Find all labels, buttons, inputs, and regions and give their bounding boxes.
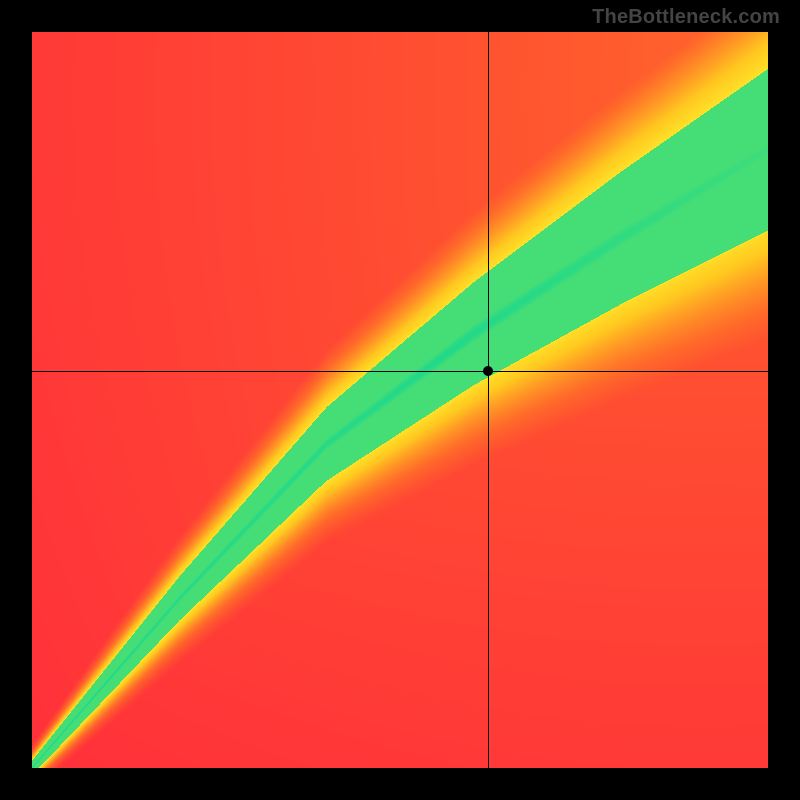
- chart-container: TheBottleneck.com: [0, 0, 800, 800]
- watermark-text: TheBottleneck.com: [592, 6, 780, 29]
- bottleneck-heatmap: [32, 32, 768, 768]
